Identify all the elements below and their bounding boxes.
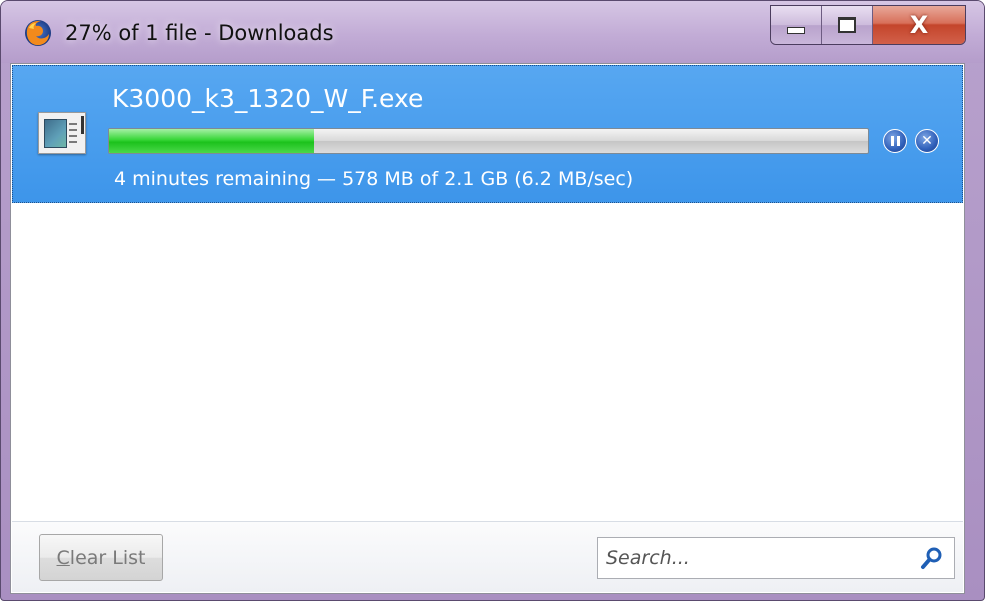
download-status: 4 minutes remaining — 578 MB of 2.1 GB (… bbox=[114, 168, 634, 190]
pause-icon bbox=[890, 136, 900, 146]
window-title: 27% of 1 file - Downloads bbox=[65, 21, 334, 45]
clear-list-button[interactable]: Clear List bbox=[39, 534, 163, 581]
download-item[interactable]: K3000_k3_1320_W_F.exe ✕ 4 minutes remain… bbox=[12, 65, 963, 203]
maximize-button[interactable] bbox=[822, 6, 873, 44]
pause-button[interactable] bbox=[883, 129, 907, 153]
download-progress-fill bbox=[109, 129, 314, 153]
downloads-window: 27% of 1 file - Downloads X K3000_k3_132… bbox=[0, 0, 985, 601]
downloads-footer: Clear List bbox=[12, 521, 963, 592]
close-button[interactable]: X bbox=[873, 6, 965, 44]
search-box[interactable] bbox=[597, 537, 955, 579]
downloads-list[interactable]: K3000_k3_1320_W_F.exe ✕ 4 minutes remain… bbox=[10, 63, 965, 594]
magnifier-icon[interactable] bbox=[920, 546, 944, 570]
cancel-button[interactable]: ✕ bbox=[915, 129, 939, 153]
minimize-icon bbox=[787, 26, 805, 34]
firefox-icon bbox=[25, 20, 51, 46]
maximize-icon bbox=[838, 17, 856, 33]
download-progress-bar bbox=[108, 128, 869, 154]
download-file-name: K3000_k3_1320_W_F.exe bbox=[112, 84, 424, 113]
title-bar[interactable]: 27% of 1 file - Downloads X bbox=[1, 1, 984, 63]
executable-file-icon bbox=[38, 112, 86, 154]
clear-list-label: lear List bbox=[69, 546, 146, 569]
search-input[interactable] bbox=[598, 538, 908, 578]
cancel-icon: ✕ bbox=[921, 133, 933, 149]
close-icon: X bbox=[909, 11, 929, 39]
clear-list-accesskey: C bbox=[56, 546, 70, 569]
minimize-button[interactable] bbox=[771, 6, 822, 44]
window-controls: X bbox=[770, 5, 966, 45]
